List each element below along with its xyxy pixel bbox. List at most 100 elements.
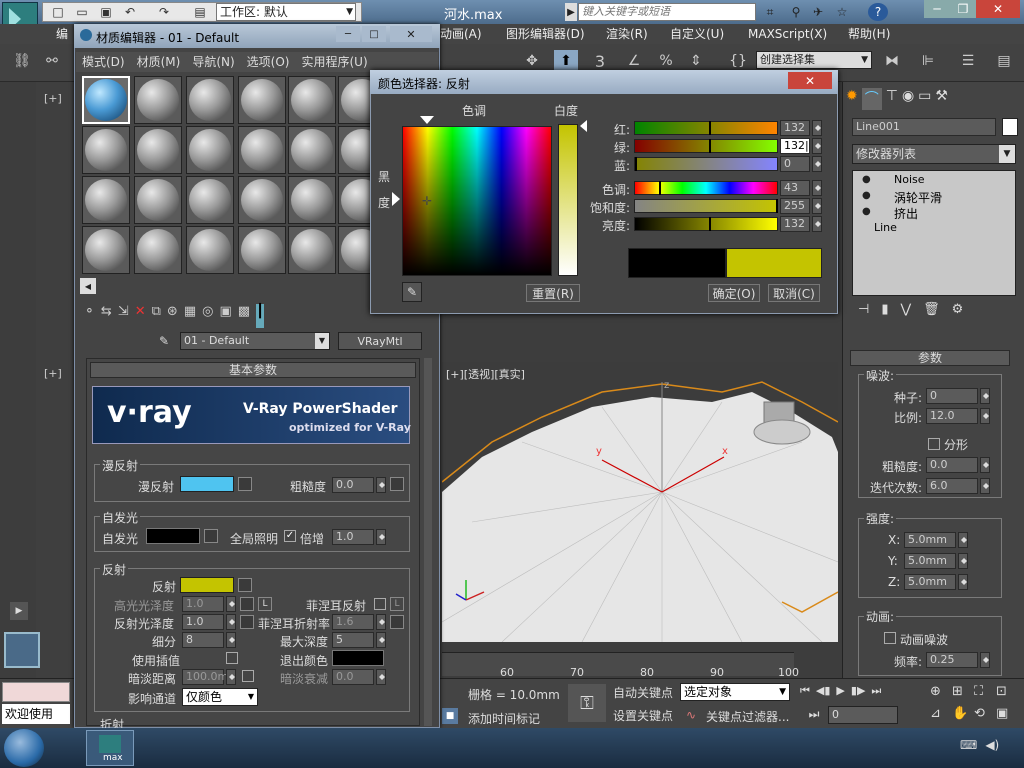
mirror-icon[interactable]: ⧓ <box>880 50 904 72</box>
self-illum-map-button[interactable] <box>204 529 218 543</box>
fresnel-ior-field[interactable]: 1.6 <box>332 614 374 630</box>
subdivs-field[interactable]: 8 <box>182 632 224 648</box>
use-interp-checkbox[interactable] <box>226 652 238 664</box>
strength-y-field[interactable]: 5.0mm <box>904 553 956 569</box>
maxscript-listener[interactable] <box>2 682 70 702</box>
material-id-icon[interactable]: ◎ <box>202 304 213 328</box>
viewport-label-mid[interactable]: [+] <box>44 367 62 380</box>
sample-scroll-left-icon[interactable]: ◀ <box>80 278 96 294</box>
params-rollout-header[interactable]: 参数 <box>850 350 1010 366</box>
sample-slot-active[interactable] <box>82 76 130 124</box>
hue-value-field[interactable]: 43 <box>780 180 810 196</box>
sample-slot[interactable] <box>288 126 336 174</box>
pin-stack-icon[interactable]: ⊣ <box>858 302 869 324</box>
search-input[interactable]: 键入关键字或短语 <box>578 3 756 21</box>
refl-gloss-field[interactable]: 1.0 <box>182 614 224 630</box>
sample-slot[interactable] <box>82 176 130 224</box>
frequency-spinner[interactable] <box>980 652 990 668</box>
window-minimize-button[interactable]: ─ <box>924 0 950 18</box>
fresnel-ior-spinner[interactable] <box>376 614 386 630</box>
lightbulb-icon[interactable]: ● <box>862 206 871 217</box>
strength-x-spinner[interactable] <box>958 532 968 548</box>
blue-slider[interactable] <box>634 157 778 171</box>
sample-slot[interactable] <box>134 126 182 174</box>
set-key-icon[interactable]: ⚿ <box>568 684 606 722</box>
hilight-gloss-spinner[interactable] <box>226 596 236 612</box>
dim-distance-spinner[interactable] <box>226 669 236 685</box>
put-to-scene-icon[interactable]: ⇆ <box>101 304 112 328</box>
lightbulb-icon[interactable]: ● <box>862 190 871 201</box>
graphite-tools-icon[interactable]: ▤ <box>992 50 1016 72</box>
red-spinner[interactable] <box>812 120 822 136</box>
basic-params-header[interactable]: 基本参数 <box>90 362 416 378</box>
reset-map-icon[interactable]: ✕ <box>135 304 146 328</box>
saturation-value-field[interactable]: 255 <box>780 198 810 214</box>
green-slider[interactable] <box>634 139 778 153</box>
sample-slot[interactable] <box>186 76 234 124</box>
help-icon[interactable]: ? <box>868 3 888 21</box>
window-close-button[interactable]: ✕ <box>976 0 1020 18</box>
dim-falloff-spinner[interactable] <box>376 669 386 685</box>
seed-field[interactable]: 0 <box>926 388 978 404</box>
material-editor-minimize-button[interactable]: ─ <box>336 26 360 42</box>
green-spinner[interactable] <box>812 138 822 154</box>
subdivs-spinner[interactable] <box>226 632 236 648</box>
menu-item-help[interactable]: 帮助(H) <box>848 24 890 44</box>
viewport-layout-icon[interactable] <box>4 632 40 668</box>
named-selection-set-dropdown[interactable]: 创建选择集 ▼ <box>756 51 872 69</box>
layer-manager-icon[interactable]: ☰ <box>956 50 980 72</box>
hilight-lock-button[interactable]: L <box>258 597 272 611</box>
sample-slot[interactable] <box>134 226 182 274</box>
multiplier-spinner[interactable] <box>376 529 386 545</box>
select-manipulate-icon[interactable]: ⬆ <box>554 50 578 72</box>
sample-slot[interactable] <box>288 176 336 224</box>
pick-from-object-icon[interactable]: ✎ <box>154 332 174 350</box>
strength-z-field[interactable]: 5.0mm <box>904 574 956 590</box>
menu-item-animation[interactable]: 动画(A) <box>440 24 482 44</box>
eyedropper-icon[interactable]: ✎ <box>402 282 422 302</box>
show-end-result-icon[interactable]: ▩ <box>238 304 250 328</box>
add-time-tag-label[interactable]: 添加时间标记 <box>468 710 540 727</box>
affect-channels-dropdown[interactable]: 仅颜色 ▼ <box>182 688 258 706</box>
timeline-ruler[interactable]: 60 70 80 90 100 <box>442 652 799 679</box>
get-material-icon[interactable]: ⚬ <box>84 304 95 328</box>
fresnel-checkbox[interactable] <box>374 598 386 610</box>
play-arrow-icon[interactable]: ▶ <box>10 602 28 620</box>
key-mode-dropdown[interactable]: 选定对象 ▼ <box>680 683 790 701</box>
link-icon[interactable]: ⛓ <box>10 50 34 72</box>
hue-spinner[interactable] <box>812 180 822 196</box>
material-type-button[interactable]: VRayMtl <box>338 332 422 350</box>
prev-frame-icon[interactable]: ◀▮ <box>816 684 831 700</box>
diffuse-roughness-spinner[interactable] <box>376 477 386 493</box>
zoom-icon[interactable]: ⊕ <box>930 684 941 699</box>
remove-modifier-icon[interactable]: 🗑 <box>923 302 940 324</box>
sample-slot[interactable] <box>238 226 286 274</box>
mat-menu-utilities[interactable]: 实用程序(U) <box>301 52 367 72</box>
frequency-field[interactable]: 0.25 <box>926 652 978 668</box>
next-frame-icon[interactable]: ▮▶ <box>851 684 866 700</box>
seed-spinner[interactable] <box>980 388 990 404</box>
pan-hand-icon[interactable]: ✋ <box>952 706 968 721</box>
sample-slot[interactable] <box>238 76 286 124</box>
iterations-field[interactable]: 6.0 <box>926 478 978 494</box>
fresnel-lock-button[interactable]: L <box>390 597 404 611</box>
color-picker-close-button[interactable]: ✕ <box>788 72 832 89</box>
orbit-icon[interactable]: ⟲ <box>974 706 985 721</box>
modify-tab-icon[interactable]: ⌒ <box>861 88 882 110</box>
percent-snap-icon[interactable]: % <box>654 50 678 72</box>
mat-menu-options[interactable]: 选项(O) <box>247 52 290 72</box>
motion-tab-icon[interactable]: ◉ <box>902 88 914 110</box>
refl-gloss-spinner[interactable] <box>226 614 236 630</box>
hilight-gloss-map-button[interactable] <box>240 597 254 611</box>
red-slider[interactable] <box>634 121 778 135</box>
align-icon[interactable]: ⊫ <box>916 50 940 72</box>
add-time-tag-icon[interactable]: ■ <box>442 708 458 724</box>
redo-icon[interactable]: ↷ <box>156 4 172 20</box>
reset-button[interactable]: 重置(R) <box>526 284 580 302</box>
sample-slot[interactable] <box>134 76 182 124</box>
mat-menu-navigation[interactable]: 导航(N) <box>192 52 234 72</box>
sample-slot[interactable] <box>134 176 182 224</box>
sample-slot[interactable] <box>82 126 130 174</box>
current-frame-field[interactable]: 0 <box>828 706 898 724</box>
make-unique-icon[interactable]: ⊛ <box>167 304 178 328</box>
